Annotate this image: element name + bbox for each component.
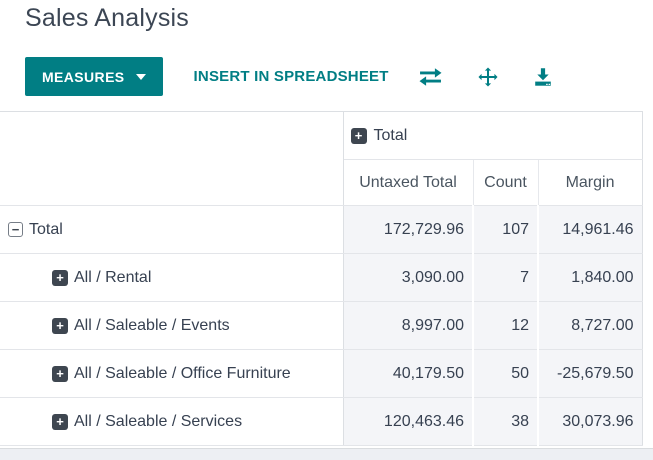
- pivot-value-cell: 12: [472, 301, 538, 350]
- expand-column-icon[interactable]: +: [350, 127, 367, 144]
- column-group-label: Total: [373, 126, 408, 144]
- row-header-label: All / Saleable / Services: [74, 412, 243, 430]
- pivot-value-cell: 107: [472, 205, 538, 254]
- chevron-down-icon: [135, 73, 146, 80]
- pivot-table-container: + Total Untaxed Total Count Margin − Tota…: [0, 111, 643, 446]
- row-header[interactable]: − Total: [0, 205, 344, 254]
- pivot-toolbar: MEASURES INSERT IN SPREADSHEET: [25, 57, 554, 96]
- download-icon[interactable]: [532, 66, 554, 88]
- insert-in-spreadsheet-button[interactable]: INSERT IN SPREADSHEET: [194, 68, 389, 85]
- row-header[interactable]: + All / Saleable / Services: [0, 397, 344, 446]
- expand-all-icon[interactable]: [477, 66, 499, 88]
- pivot-value-cell: 172,729.96: [343, 205, 473, 254]
- row-header[interactable]: + All / Saleable / Events: [0, 301, 344, 350]
- expand-row-icon[interactable]: +: [52, 269, 68, 286]
- pivot-value-cell: 40,179.50: [343, 349, 473, 398]
- column-group-row: + Total: [0, 111, 643, 206]
- pivot-value-cell: 50: [472, 349, 538, 398]
- row-header-label: All / Saleable / Office Furniture: [74, 364, 291, 382]
- pivot-value-cell: 30,073.96: [536, 397, 643, 446]
- pivot-value-cell: 7: [472, 253, 538, 302]
- measures-button[interactable]: MEASURES: [25, 57, 163, 96]
- measures-button-label: MEASURES: [42, 68, 125, 85]
- pivot-value-cell: 38: [472, 397, 538, 446]
- pivot-value-cell: 8,727.00: [536, 301, 643, 350]
- row-header-label: All / Saleable / Events: [74, 316, 230, 334]
- page-title: Sales Analysis: [25, 4, 189, 32]
- pivot-row: + All / Rental 3,090.00 7 1,840.00: [0, 253, 643, 302]
- pivot-row: + All / Saleable / Events 8,997.00 12 8,727.…: [0, 301, 643, 350]
- pivot-value-cell: 3,090.00: [343, 253, 473, 302]
- row-header-label: Total: [29, 220, 63, 238]
- measure-header-count[interactable]: Count: [472, 159, 538, 206]
- pivot-value-cell: -25,679.50: [536, 349, 643, 398]
- pivot-value-cell: 14,961.46: [536, 205, 643, 254]
- row-header[interactable]: + All / Saleable / Office Furniture: [0, 349, 344, 398]
- pivot-table: + Total Untaxed Total Count Margin − Tota…: [0, 111, 643, 446]
- flip-axis-icon[interactable]: [417, 66, 444, 88]
- collapse-row-icon[interactable]: −: [8, 222, 23, 237]
- measure-header-margin[interactable]: Margin: [537, 159, 643, 206]
- column-group-header-total[interactable]: + Total: [343, 111, 643, 160]
- pivot-row: + All / Saleable / Services 120,463.46 38 30…: [0, 397, 643, 446]
- measure-header-untaxed-total[interactable]: Untaxed Total: [343, 159, 473, 206]
- pivot-value-cell: 1,840.00: [536, 253, 643, 302]
- pivot-body: − Total 172,729.96 107 14,961.46 + All / Renta…: [0, 205, 643, 446]
- next-row-strip: [0, 448, 653, 460]
- pivot-value-cell: 8,997.00: [343, 301, 473, 350]
- expand-row-icon[interactable]: +: [52, 413, 68, 430]
- pivot-value-cell: 120,463.46: [343, 397, 473, 446]
- row-header[interactable]: + All / Rental: [0, 253, 344, 302]
- pivot-row: − Total 172,729.96 107 14,961.46: [0, 205, 643, 254]
- expand-row-icon[interactable]: +: [52, 365, 68, 382]
- pivot-row: + All / Saleable / Office Furniture 40,179…: [0, 349, 643, 398]
- row-header-label: All / Rental: [74, 268, 152, 286]
- expand-row-icon[interactable]: +: [52, 317, 68, 334]
- corner-cell: [0, 111, 344, 206]
